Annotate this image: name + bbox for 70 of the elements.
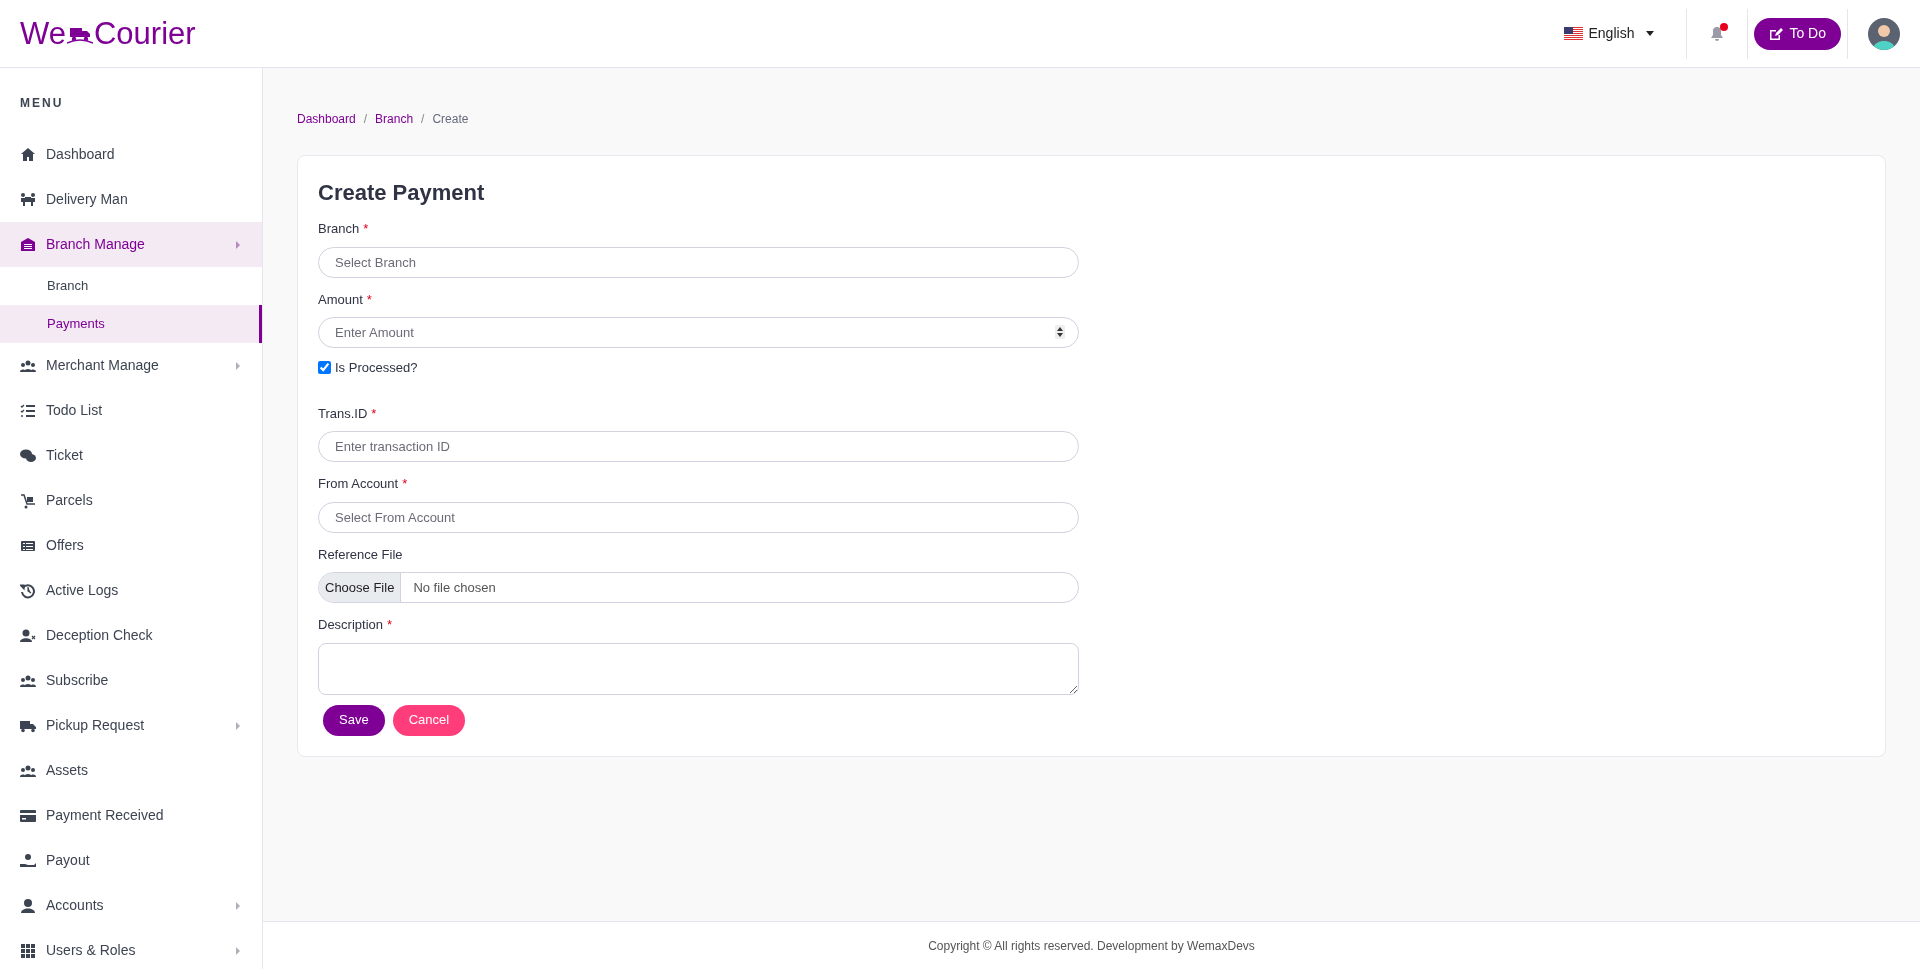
user-x-icon — [20, 627, 36, 644]
flag-icon — [1563, 26, 1583, 41]
select-field[interactable]: Select Branch — [318, 246, 1079, 278]
breadcrumb-link[interactable]: Dashboard — [297, 110, 356, 128]
sidebar-item[interactable]: Todo List — [0, 388, 262, 433]
history-icon — [20, 582, 36, 599]
caret-right-icon — [236, 361, 240, 370]
breadcrumb-separator: / — [363, 111, 368, 128]
sidebar-item[interactable]: Users & Roles — [0, 928, 262, 969]
sidebar-item[interactable]: Active Logs — [0, 568, 262, 613]
checkbox[interactable] — [318, 361, 331, 375]
caret-down-icon — [1646, 31, 1655, 36]
checkbox-label: Is Processed? — [335, 359, 418, 377]
breadcrumb-link[interactable]: Branch — [375, 110, 414, 128]
avatar[interactable] — [1868, 17, 1900, 50]
language-dropdown[interactable]: English — [1547, 23, 1671, 44]
file-status-text: No file chosen — [413, 578, 496, 597]
sidebar-item[interactable]: Branch Manage — [0, 222, 262, 267]
sidebar-item[interactable]: Payout — [0, 838, 262, 883]
field-label: From Account * — [318, 475, 409, 493]
grid-icon — [20, 942, 36, 959]
copyright-text: Copyright © All rights reserved. Development by WemaxDevs — [928, 937, 1255, 955]
sidebar-item[interactable]: Delivery Man — [0, 177, 262, 222]
caret-right-icon — [236, 240, 240, 249]
spinner-arrows-icon — [1055, 325, 1065, 339]
user-icon — [20, 897, 36, 914]
logo-text: We — [20, 18, 66, 49]
sidebar-item[interactable]: Parcels — [0, 478, 262, 523]
hand-coin-icon — [20, 852, 36, 869]
caret-right-icon — [236, 901, 240, 910]
sidebar-subitem[interactable]: Payments — [0, 305, 262, 343]
edit-icon — [1769, 26, 1784, 41]
home-icon — [20, 146, 36, 163]
sidebar-subitem[interactable]: Branch — [0, 267, 262, 305]
sidebar-item[interactable]: Payment Received — [0, 793, 262, 838]
form-title: Create Payment — [318, 179, 486, 207]
menu-heading: MENU — [19, 95, 65, 112]
checklist-icon — [20, 402, 36, 419]
sidebar-item[interactable]: Ticket — [0, 433, 262, 478]
logo-text: Courier — [93, 18, 196, 49]
credit-card-icon — [20, 807, 36, 824]
sidebar-item[interactable]: Merchant Manage — [0, 343, 262, 388]
field-label: Branch * — [318, 220, 370, 238]
field-label: Trans.ID * — [318, 404, 378, 423]
number-field[interactable]: Enter Amount — [318, 317, 1079, 348]
chat-bubbles-icon — [20, 447, 36, 464]
field-label: Amount * — [318, 290, 373, 309]
save-button[interactable]: Save — [323, 704, 385, 736]
input-field[interactable]: Enter transaction ID — [318, 431, 1079, 462]
sidebar-item[interactable]: Deception Check — [0, 613, 262, 658]
choose-file-button[interactable]: Choose File — [319, 573, 402, 602]
caret-right-icon — [236, 721, 240, 730]
field-label: Reference File — [318, 545, 404, 564]
sidebar-item[interactable]: Subscribe — [0, 658, 262, 703]
bell-icon — [1710, 25, 1725, 42]
sidebar-item[interactable]: Accounts — [0, 883, 262, 928]
breadcrumb-separator: / — [421, 111, 425, 128]
select-field[interactable]: Select From Account — [318, 501, 1079, 533]
sidebar-item[interactable]: Offers — [0, 523, 262, 568]
warehouse-icon — [20, 236, 36, 253]
people-carrying-icon — [20, 191, 36, 208]
breadcrumb-current: Create — [432, 111, 469, 128]
todo-button[interactable]: To Do — [1754, 17, 1841, 50]
field-label: Description * — [318, 616, 394, 634]
sidebar-item[interactable]: Pickup Request — [0, 703, 262, 748]
caret-right-icon — [236, 946, 240, 955]
textarea-field[interactable] — [318, 642, 1079, 695]
dolly-icon — [20, 492, 36, 509]
sidebar-item[interactable]: Assets — [0, 748, 262, 793]
sidebar-item[interactable]: Dashboard — [0, 132, 262, 177]
